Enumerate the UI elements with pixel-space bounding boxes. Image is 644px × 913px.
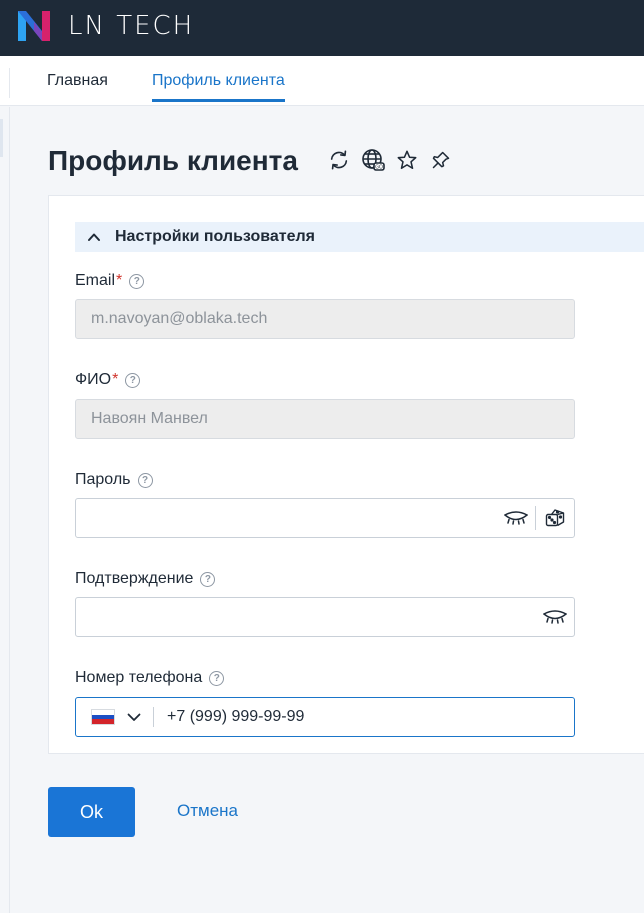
email-value: m.navoyan@oblaka.tech [91,310,268,327]
cancel-button[interactable]: Отмена [177,801,238,821]
password-label: Пароль ? [75,471,153,489]
chevron-up-icon [87,229,103,245]
help-icon[interactable]: ? [137,472,153,488]
email-label: Email * ? [75,272,145,290]
ln-logo-icon [18,11,50,41]
fio-label-text: ФИО [75,371,112,388]
fio-field[interactable]: Навоян Манвел [75,399,575,439]
fio-label: ФИО * ? [75,371,141,389]
title-actions: GO [327,148,453,172]
star-icon[interactable] [395,148,419,172]
top-bar: LN TECH [0,0,644,56]
divider [153,707,154,727]
country-selector[interactable] [91,698,141,736]
sidebar-edge [9,107,10,913]
tab-home[interactable]: Главная [47,72,108,102]
settings-card: Настройки пользователя Email * ? m.navoya… [48,195,644,754]
russia-flag-icon [91,709,115,725]
email-label-text: Email [75,272,116,289]
svg-text:GO: GO [375,165,383,171]
required-mark: * [112,371,119,388]
divider [9,68,10,98]
required-mark: * [116,272,123,289]
password-field[interactable] [75,498,575,538]
page-title: Профиль клиента [48,145,298,176]
confirm-password-field[interactable] [75,597,575,637]
help-icon[interactable]: ? [200,571,216,587]
ok-button[interactable]: Ok [48,787,135,837]
section-title: Настройки пользователя [115,228,315,245]
confirm-label-text: Подтверждение [75,570,194,587]
brand-name: LN TECH [68,11,195,41]
section-user-settings[interactable]: Настройки пользователя [75,222,644,252]
email-field[interactable]: m.navoyan@oblaka.tech [75,299,575,339]
confirm-label: Подтверждение ? [75,570,216,588]
dice-icon[interactable] [536,499,574,537]
pin-icon[interactable] [429,148,453,172]
eye-closed-icon[interactable] [536,598,574,636]
phone-field[interactable]: +7 (999) 999-99-99 [75,697,575,737]
tab-client-profile[interactable]: Профиль клиента [152,72,285,102]
chevron-down-icon [127,710,141,724]
confirm-actions [536,598,574,636]
sidebar-handle[interactable] [0,119,3,157]
main-content: Профиль клиента GO Настройки пользовател… [0,107,644,913]
nav-tabs: Главная Профиль клиента [0,56,644,106]
fio-value: Навоян Манвел [91,410,208,427]
phone-label-text: Номер телефона [75,669,203,686]
phone-value: +7 (999) 999-99-99 [167,708,305,725]
help-icon[interactable]: ? [129,273,145,289]
phone-label: Номер телефона ? [75,669,225,687]
refresh-icon[interactable] [327,148,351,172]
eye-closed-icon[interactable] [497,499,535,537]
help-icon[interactable]: ? [125,372,141,388]
password-actions [497,499,574,537]
help-icon[interactable]: ? [209,670,225,686]
globe-icon[interactable]: GO [361,148,385,172]
logo[interactable]: LN TECH [16,8,194,44]
password-label-text: Пароль [75,471,131,488]
